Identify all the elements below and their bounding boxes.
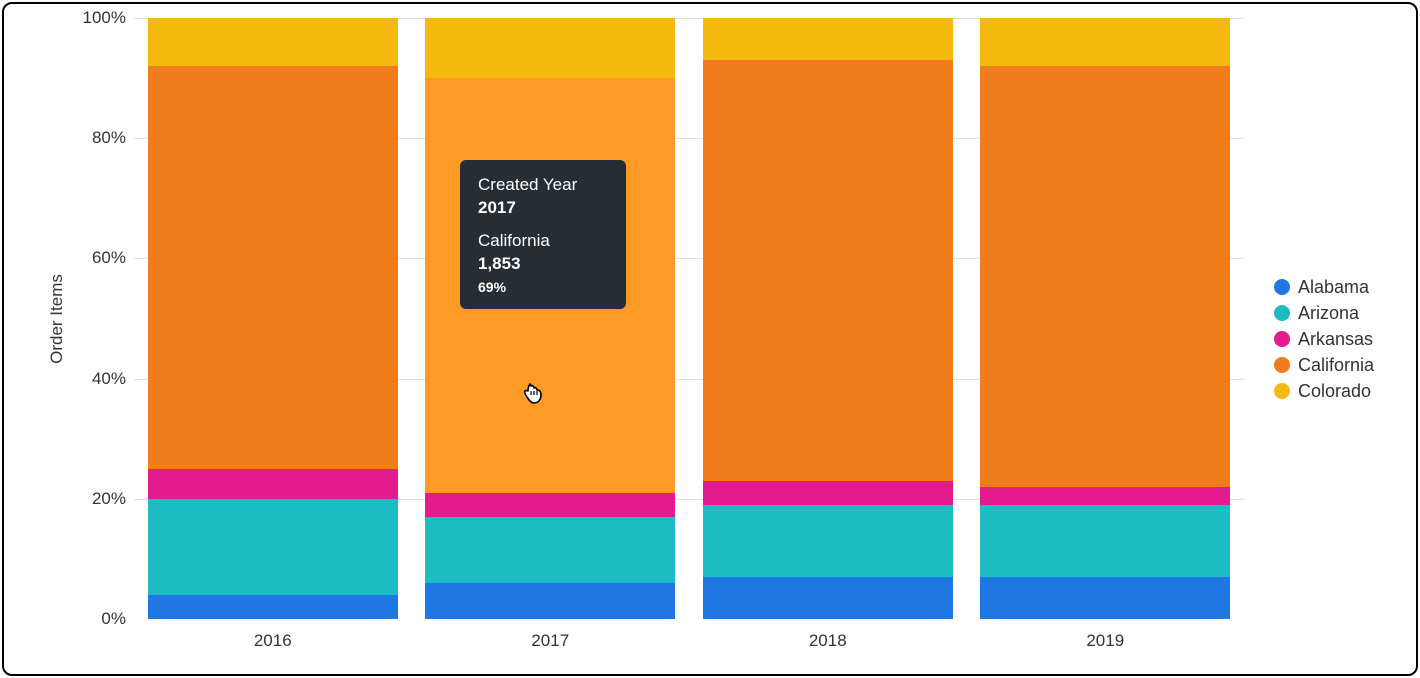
tooltip-field-value: 2017: [478, 197, 608, 220]
y-tick-label: 0%: [101, 609, 126, 629]
legend-label: Arizona: [1298, 300, 1359, 326]
x-tick-label: 2019: [1086, 631, 1124, 651]
legend-item[interactable]: California: [1274, 352, 1374, 378]
y-tick-label: 100%: [83, 8, 126, 28]
bar-segment[interactable]: [703, 505, 953, 577]
legend-item[interactable]: Arkansas: [1274, 326, 1374, 352]
x-tick-label: 2016: [254, 631, 292, 651]
legend-label: Colorado: [1298, 378, 1371, 404]
legend-swatch: [1274, 279, 1290, 295]
y-tick-label: 40%: [92, 369, 126, 389]
legend-swatch: [1274, 383, 1290, 399]
bar-segment[interactable]: [425, 517, 675, 583]
bar-segment[interactable]: [425, 493, 675, 517]
bar-segment[interactable]: [148, 66, 398, 469]
legend-item[interactable]: Alabama: [1274, 274, 1374, 300]
bar-segment[interactable]: [980, 487, 1230, 505]
legend-swatch: [1274, 331, 1290, 347]
tooltip: Created Year 2017 California 1,853 69%: [460, 160, 626, 309]
bar-segment[interactable]: [425, 583, 675, 619]
bar-segment[interactable]: [703, 18, 953, 60]
bar-segment[interactable]: [980, 18, 1230, 66]
tooltip-series-label: California: [478, 230, 608, 253]
x-tick-label: 2018: [809, 631, 847, 651]
bar-segment[interactable]: [703, 577, 953, 619]
y-tick-label: 60%: [92, 248, 126, 268]
x-tick-label: 2017: [531, 631, 569, 651]
bar-segment[interactable]: [703, 60, 953, 481]
legend: AlabamaArizonaArkansasCaliforniaColorado: [1274, 274, 1374, 404]
tooltip-field-label: Created Year: [478, 174, 608, 197]
y-tick-label: 20%: [92, 489, 126, 509]
bar-segment[interactable]: [148, 499, 398, 595]
legend-swatch: [1274, 357, 1290, 373]
chart-frame: Order Items 0% 20% 40% 60% 80% 100% 2016 2017 2…: [2, 2, 1418, 676]
legend-label: California: [1298, 352, 1374, 378]
tooltip-series-value: 1,853: [478, 253, 608, 276]
tooltip-series-pct: 69%: [478, 278, 608, 297]
bar-segment[interactable]: [980, 66, 1230, 487]
bar-segment[interactable]: [425, 18, 675, 78]
bars-area[interactable]: [134, 18, 1244, 619]
bar-group[interactable]: [148, 18, 398, 619]
legend-item[interactable]: Arizona: [1274, 300, 1374, 326]
bar-segment[interactable]: [980, 505, 1230, 577]
bar-segment[interactable]: [148, 18, 398, 66]
bar-group[interactable]: [425, 18, 675, 619]
bar-segment[interactable]: [148, 469, 398, 499]
bar-segment[interactable]: [980, 577, 1230, 619]
y-axis-title: Order Items: [47, 274, 67, 364]
legend-item[interactable]: Colorado: [1274, 378, 1374, 404]
bar-group[interactable]: [703, 18, 953, 619]
legend-swatch: [1274, 305, 1290, 321]
bar-segment[interactable]: [148, 595, 398, 619]
bar-segment[interactable]: [703, 481, 953, 505]
legend-label: Arkansas: [1298, 326, 1373, 352]
bar-group[interactable]: [980, 18, 1230, 619]
legend-label: Alabama: [1298, 274, 1369, 300]
y-tick-label: 80%: [92, 128, 126, 148]
